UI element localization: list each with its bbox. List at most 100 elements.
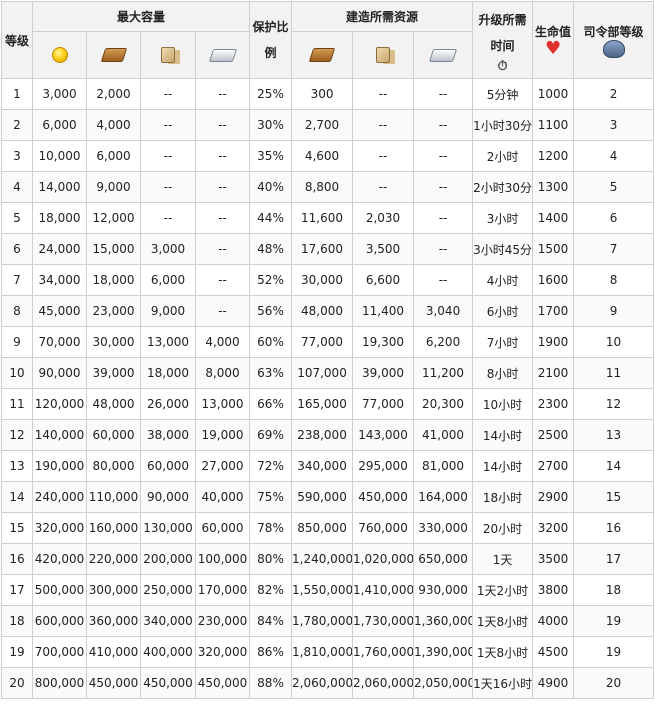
cell-res-iron: 650,000: [413, 543, 474, 575]
cell-cap-iron: 40,000: [194, 481, 251, 513]
cell-protect-ratio: 52%: [249, 264, 293, 296]
iron-ingot-icon: [208, 49, 237, 62]
cell-health: 3200: [532, 512, 575, 544]
table-row: 20 800,000 450,000 450,000 450,000 88% 2,060,0…: [1, 667, 655, 699]
table-row: 9 70,000 30,000 13,000 4,000 60% 77,000 19,300 6…: [1, 326, 655, 358]
cell-health: 1600: [532, 264, 575, 296]
cell-res-stone: 295,000: [352, 450, 415, 482]
cell-cap-iron: --: [194, 202, 251, 234]
cell-protect-ratio: 80%: [249, 543, 293, 575]
cell-res-lumber: 1,550,000: [291, 574, 354, 606]
cell-res-lumber: 8,800: [291, 171, 354, 203]
cell-health: 1300: [532, 171, 575, 203]
cell-cap-lumber: 80,000: [86, 450, 141, 482]
cell-hq-level: 20: [573, 667, 655, 699]
cell-res-lumber: 1,780,000: [291, 605, 354, 637]
cell-res-lumber: 17,600: [291, 233, 354, 265]
lumber-icon: [308, 48, 336, 63]
cell-res-lumber: 165,000: [291, 388, 354, 420]
cell-cap-stone: --: [140, 109, 196, 141]
cell-res-iron: 20,300: [413, 388, 474, 420]
cell-upgrade-time: 20小时: [472, 512, 534, 544]
cell-cap-iron: 100,000: [194, 543, 251, 575]
header-res-iron: [413, 31, 474, 79]
cell-health: 4000: [532, 605, 575, 637]
table-row: 18 600,000 360,000 340,000 230,000 84% 1,780,0…: [1, 605, 655, 637]
cell-res-lumber: 107,000: [291, 357, 354, 389]
cell-protect-ratio: 56%: [249, 295, 293, 327]
cell-health: 2900: [532, 481, 575, 513]
cell-cap-gold: 120,000: [32, 388, 87, 420]
cell-level: 5: [1, 202, 33, 234]
cell-res-iron: --: [413, 109, 474, 141]
cell-res-iron: --: [413, 233, 474, 265]
cell-res-lumber: 11,600: [291, 202, 354, 234]
cell-res-lumber: 590,000: [291, 481, 354, 513]
cell-cap-stone: 90,000: [140, 481, 196, 513]
table-row: 17 500,000 300,000 250,000 170,000 82% 1,550,0…: [1, 574, 655, 606]
cell-cap-stone: 18,000: [140, 357, 196, 389]
cell-cap-iron: 170,000: [194, 574, 251, 606]
cell-res-lumber: 2,700: [291, 109, 354, 141]
cell-level: 18: [1, 605, 33, 637]
cell-health: 3800: [532, 574, 575, 606]
cell-protect-ratio: 69%: [249, 419, 293, 451]
table-row: 1 3,000 2,000 -- -- 25% 300 -- -- 5分钟 1000 2: [1, 78, 655, 110]
table-row: 13 190,000 80,000 60,000 27,000 72% 340,000 295…: [1, 450, 655, 482]
cell-res-stone: 143,000: [352, 419, 415, 451]
header-level: 等级: [1, 1, 33, 79]
cell-res-stone: 6,600: [352, 264, 415, 296]
gold-coin-icon: [51, 47, 68, 63]
header-upgrade-time-label: 升级所需时间: [478, 13, 527, 53]
cell-cap-stone: 3,000: [140, 233, 196, 265]
table-row: 8 45,000 23,000 9,000 -- 56% 48,000 11,400 3,040…: [1, 295, 655, 327]
cell-hq-level: 19: [573, 636, 655, 668]
cell-hq-level: 12: [573, 388, 655, 420]
cell-upgrade-time: 1小时30分: [472, 109, 534, 141]
header-health: 生命值 ♥: [532, 1, 575, 79]
cell-health: 1900: [532, 326, 575, 358]
cell-cap-stone: 9,000: [140, 295, 196, 327]
cell-health: 1200: [532, 140, 575, 172]
cell-res-lumber: 340,000: [291, 450, 354, 482]
cell-res-stone: 760,000: [352, 512, 415, 544]
cell-upgrade-time: 2小时30分: [472, 171, 534, 203]
cell-res-stone: 11,400: [352, 295, 415, 327]
cell-cap-stone: 13,000: [140, 326, 196, 358]
table-row: 6 24,000 15,000 3,000 -- 48% 17,600 3,500 -- 3小时4…: [1, 233, 655, 265]
cell-cap-stone: 38,000: [140, 419, 196, 451]
table-body: 1 3,000 2,000 -- -- 25% 300 -- -- 5分钟 1000 2 2 6,000 4…: [1, 78, 655, 699]
cell-upgrade-time: 1天2小时: [472, 574, 534, 606]
header-hq-level: 司令部等级: [573, 1, 655, 79]
cell-cap-iron: 230,000: [194, 605, 251, 637]
cell-level: 1: [1, 78, 33, 110]
cell-res-iron: 1,360,000: [413, 605, 474, 637]
cell-res-lumber: 1,810,000: [291, 636, 354, 668]
cell-level: 11: [1, 388, 33, 420]
cell-cap-iron: --: [194, 264, 251, 296]
cell-cap-iron: 4,000: [194, 326, 251, 358]
cell-upgrade-time: 1天8小时: [472, 636, 534, 668]
header-cap-stone: [140, 31, 196, 79]
cell-health: 4900: [532, 667, 575, 699]
cell-cap-lumber: 2,000: [86, 78, 141, 110]
cell-hq-level: 14: [573, 450, 655, 482]
cell-cap-gold: 10,000: [32, 140, 87, 172]
cell-cap-gold: 34,000: [32, 264, 87, 296]
table-row: 2 6,000 4,000 -- -- 30% 2,700 -- -- 1小时30分 1100 3: [1, 109, 655, 141]
cell-level: 9: [1, 326, 33, 358]
cell-upgrade-time: 14小时: [472, 419, 534, 451]
cell-cap-lumber: 6,000: [86, 140, 141, 172]
cell-cap-stone: 400,000: [140, 636, 196, 668]
cell-health: 1100: [532, 109, 575, 141]
cell-protect-ratio: 44%: [249, 202, 293, 234]
cell-hq-level: 16: [573, 512, 655, 544]
table-row: 7 34,000 18,000 6,000 -- 52% 30,000 6,600 -- 4小时 1…: [1, 264, 655, 296]
cell-res-iron: 2,050,000: [413, 667, 474, 699]
cell-level: 15: [1, 512, 33, 544]
cell-cap-iron: 19,000: [194, 419, 251, 451]
cell-upgrade-time: 10小时: [472, 388, 534, 420]
cell-level: 4: [1, 171, 33, 203]
cell-res-lumber: 4,600: [291, 140, 354, 172]
cell-cap-lumber: 18,000: [86, 264, 141, 296]
